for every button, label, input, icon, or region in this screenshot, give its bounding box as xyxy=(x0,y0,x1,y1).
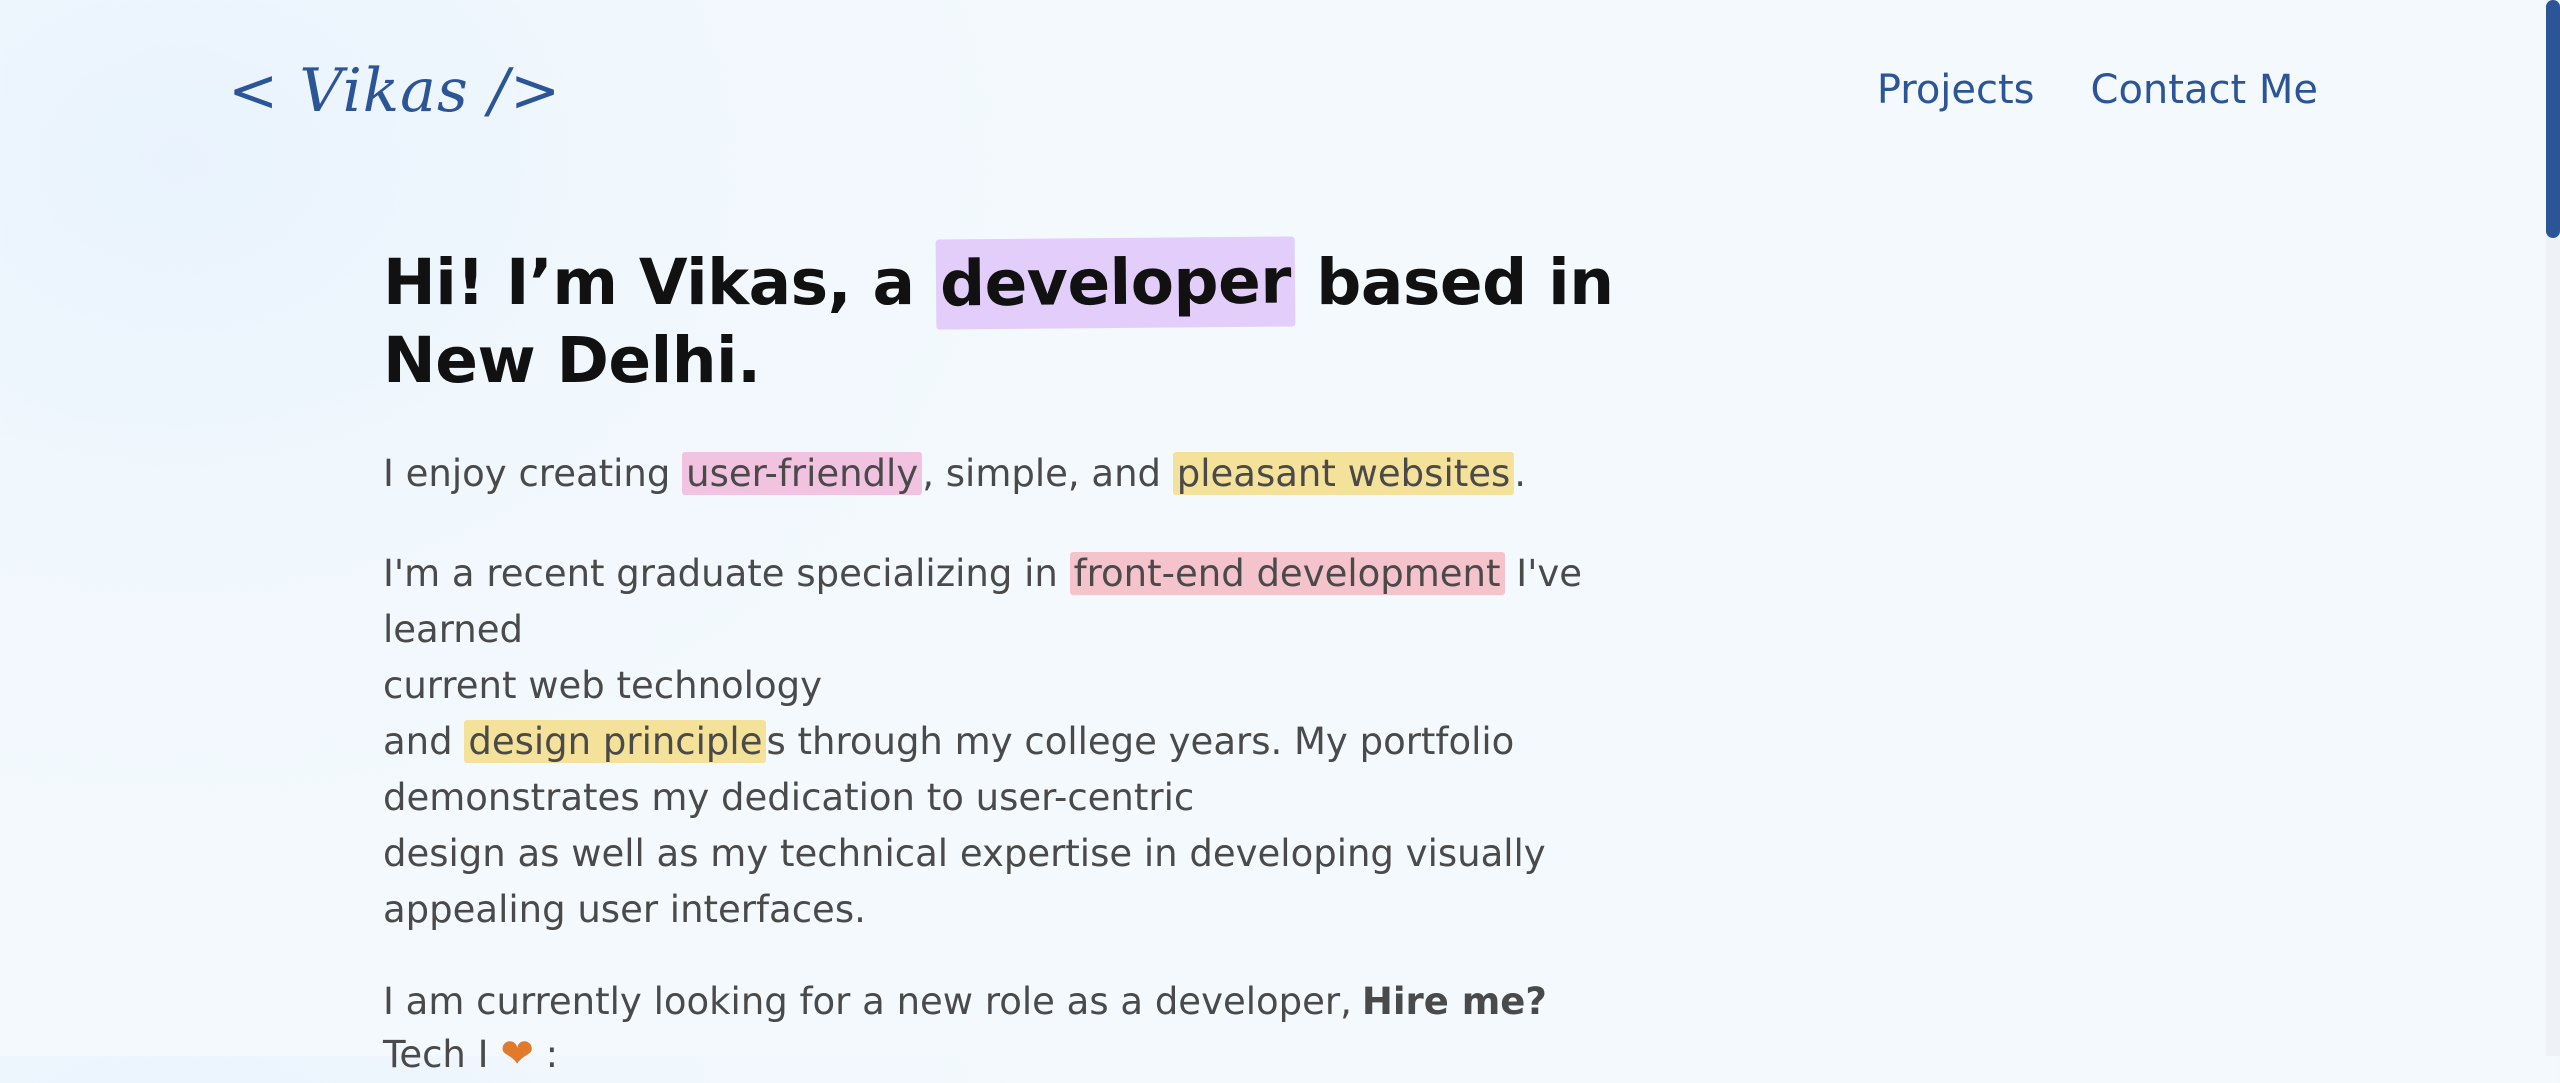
intro-paragraph: I enjoy creating user-friendly, simple, … xyxy=(383,446,1723,502)
heading-highlight-developer: developer xyxy=(935,236,1296,330)
heading-text-line2: New Delhi. xyxy=(383,324,761,397)
about-text: design as well as my technical expertise… xyxy=(383,832,1546,875)
tech-section-heading: Tech I ❤ : xyxy=(383,1026,558,1083)
hero-heading: Hi! I’m Vikas, a developer based in New … xyxy=(383,236,1723,397)
about-text: appealing user interfaces. xyxy=(383,888,866,931)
nav-link-projects[interactable]: Projects xyxy=(1877,62,2035,118)
about-text: and xyxy=(383,720,465,763)
hire-text: I am currently looking for a new role as… xyxy=(383,980,1352,1023)
about-paragraph: I'm a recent graduate specializing in fr… xyxy=(383,546,1723,938)
intro-text: I enjoy creating xyxy=(383,452,683,495)
about-text: s through my college years. My portfolio xyxy=(766,720,1515,763)
heading-text-pre: Hi! I’m Vikas, a xyxy=(383,246,936,319)
hire-me-link[interactable]: Hire me? xyxy=(1362,980,1547,1023)
highlight-design-principles: design principle xyxy=(464,720,767,763)
heart-icon: ❤ xyxy=(500,1031,534,1077)
site-logo[interactable]: < Vikas /> xyxy=(228,52,561,130)
page-scrollbar[interactable] xyxy=(2546,0,2560,1056)
scrollbar-thumb[interactable] xyxy=(2546,0,2560,238)
nav-link-contact[interactable]: Contact Me xyxy=(2091,62,2318,118)
highlight-front-end: front-end development xyxy=(1069,552,1505,595)
intro-text: . xyxy=(1514,452,1527,495)
highlight-pleasant-websites: pleasant websites xyxy=(1172,452,1515,495)
main-nav: Projects Contact Me xyxy=(1877,62,2318,118)
tech-label-colon: : xyxy=(533,1033,559,1076)
heading-text-post: based in xyxy=(1294,246,1614,319)
about-text: demonstrates my dedication to user-centr… xyxy=(383,776,1195,819)
about-text: I'm a recent graduate specializing in xyxy=(383,552,1070,595)
about-text: current web technology xyxy=(383,664,822,707)
tech-label: Tech I xyxy=(383,1033,489,1076)
intro-text: , simple, and xyxy=(922,452,1173,495)
hire-paragraph: I am currently looking for a new role as… xyxy=(383,974,1723,1030)
hero-section: Hi! I’m Vikas, a developer based in New … xyxy=(383,236,1723,1030)
highlight-user-friendly: user-friendly xyxy=(682,452,923,495)
